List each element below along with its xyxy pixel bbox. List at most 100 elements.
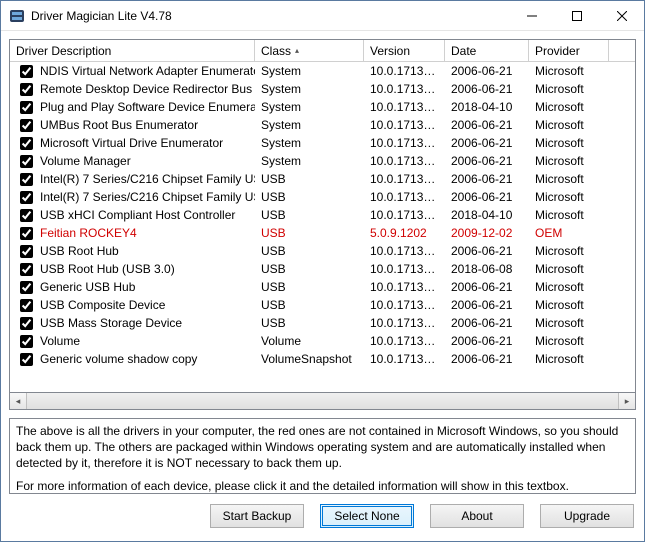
table-row[interactable]: Intel(R) 7 Series/C216 Chipset Family US… <box>10 188 635 206</box>
cell-class: System <box>255 64 364 78</box>
scroll-left-icon[interactable]: ◂ <box>10 393 27 409</box>
cell-description: Plug and Play Software Device Enumerator <box>40 100 255 114</box>
table-row[interactable]: USB Composite DeviceUSB10.0.17134.12006-… <box>10 296 635 314</box>
titlebar: Driver Magician Lite V4.78 <box>1 1 644 31</box>
cell-description: UMBus Root Bus Enumerator <box>40 118 198 132</box>
column-header-label: Date <box>451 44 476 58</box>
cell-class: USB <box>255 208 364 222</box>
table-row[interactable]: Feitian ROCKEY4 USB5.0.9.12022009-12-02OE… <box>10 224 635 242</box>
select-none-button[interactable]: Select None <box>320 504 414 528</box>
cell-date: 2006-06-21 <box>445 190 529 204</box>
cell-description: Generic volume shadow copy <box>40 352 197 366</box>
sort-indicator-icon: ▴ <box>295 46 299 55</box>
row-checkbox[interactable] <box>20 65 33 78</box>
cell-description: USB Root Hub (USB 3.0) <box>40 262 175 276</box>
column-header-date[interactable]: Date <box>445 40 529 61</box>
row-checkbox[interactable] <box>20 299 33 312</box>
cell-description: Generic USB Hub <box>40 280 135 294</box>
table-row[interactable]: Intel(R) 7 Series/C216 Chipset Family US… <box>10 170 635 188</box>
row-checkbox[interactable] <box>20 101 33 114</box>
row-checkbox[interactable] <box>20 263 33 276</box>
table-row[interactable]: Plug and Play Software Device Enumerator… <box>10 98 635 116</box>
row-checkbox[interactable] <box>20 209 33 222</box>
cell-description: Feitian ROCKEY4 <box>40 226 137 240</box>
cell-description: Microsoft Virtual Drive Enumerator <box>40 136 223 150</box>
close-button[interactable] <box>599 1 644 30</box>
about-button[interactable]: About <box>430 504 524 528</box>
table-row[interactable]: Volume ManagerSystem10.0.17134.1...2006-… <box>10 152 635 170</box>
table-row[interactable]: USB xHCI Compliant Host ControllerUSB10.… <box>10 206 635 224</box>
info-textbox: The above is all the drivers in your com… <box>9 418 636 494</box>
table-row[interactable]: Remote Desktop Device Redirector BusSyst… <box>10 80 635 98</box>
cell-date: 2006-06-21 <box>445 244 529 258</box>
column-header-label: Driver Description <box>16 44 111 58</box>
cell-version: 5.0.9.1202 <box>364 226 445 240</box>
column-header-description[interactable]: Driver Description <box>10 40 255 61</box>
table-row[interactable]: USB Mass Storage DeviceUSB10.0.17134.120… <box>10 314 635 332</box>
cell-class: VolumeSnapshot <box>255 352 364 366</box>
cell-version: 10.0.17134.1 <box>364 334 445 348</box>
cell-version: 10.0.17134.1 <box>364 244 445 258</box>
table-row[interactable]: USB Root HubUSB10.0.17134.12006-06-21Mic… <box>10 242 635 260</box>
window-controls <box>509 1 644 30</box>
cell-date: 2009-12-02 <box>445 226 529 240</box>
table-row[interactable]: NDIS Virtual Network Adapter EnumeratorS… <box>10 62 635 80</box>
row-checkbox[interactable] <box>20 83 33 96</box>
maximize-button[interactable] <box>554 1 599 30</box>
cell-date: 2018-06-08 <box>445 262 529 276</box>
cell-date: 2006-06-21 <box>445 82 529 96</box>
table-row[interactable]: USB Root Hub (USB 3.0)USB10.0.17134.1201… <box>10 260 635 278</box>
cell-class: USB <box>255 298 364 312</box>
table-row[interactable]: VolumeVolume10.0.17134.12006-06-21Micros… <box>10 332 635 350</box>
cell-provider: Microsoft <box>529 352 609 366</box>
cell-version: 10.0.17134.1 <box>364 280 445 294</box>
horizontal-scrollbar[interactable]: ◂ ▸ <box>9 393 636 410</box>
cell-version: 10.0.17134.1 <box>364 298 445 312</box>
column-header-class[interactable]: Class ▴ <box>255 40 364 61</box>
cell-date: 2006-06-21 <box>445 136 529 150</box>
table-row[interactable]: Generic USB HubUSB10.0.17134.12006-06-21… <box>10 278 635 296</box>
cell-class: System <box>255 154 364 168</box>
row-checkbox[interactable] <box>20 119 33 132</box>
row-checkbox[interactable] <box>20 155 33 168</box>
cell-class: System <box>255 118 364 132</box>
row-checkbox[interactable] <box>20 245 33 258</box>
cell-provider: Microsoft <box>529 334 609 348</box>
cell-class: USB <box>255 226 364 240</box>
cell-provider: Microsoft <box>529 208 609 222</box>
cell-version: 10.0.17134.1 <box>364 190 445 204</box>
row-checkbox[interactable] <box>20 317 33 330</box>
column-header-version[interactable]: Version <box>364 40 445 61</box>
row-checkbox[interactable] <box>20 173 33 186</box>
upgrade-button[interactable]: Upgrade <box>540 504 634 528</box>
cell-class: System <box>255 82 364 96</box>
cell-version: 10.0.17134.1... <box>364 154 445 168</box>
table-row[interactable]: Microsoft Virtual Drive EnumeratorSystem… <box>10 134 635 152</box>
cell-description: Intel(R) 7 Series/C216 Chipset Family US… <box>40 190 255 204</box>
cell-date: 2006-06-21 <box>445 172 529 186</box>
cell-version: 10.0.17134.1 <box>364 352 445 366</box>
table-row[interactable]: Generic volume shadow copy VolumeSnapshot… <box>10 350 635 368</box>
list-body[interactable]: NDIS Virtual Network Adapter EnumeratorS… <box>10 62 635 392</box>
cell-provider: Microsoft <box>529 64 609 78</box>
cell-provider: OEM <box>529 226 609 240</box>
row-checkbox[interactable] <box>20 227 33 240</box>
cell-provider: Microsoft <box>529 262 609 276</box>
table-row[interactable]: UMBus Root Bus EnumeratorSystem10.0.1713… <box>10 116 635 134</box>
start-backup-button[interactable]: Start Backup <box>210 504 304 528</box>
column-header-provider[interactable]: Provider <box>529 40 609 61</box>
row-checkbox[interactable] <box>20 191 33 204</box>
row-checkbox[interactable] <box>20 335 33 348</box>
row-checkbox[interactable] <box>20 281 33 294</box>
row-checkbox[interactable] <box>20 353 33 366</box>
cell-class: USB <box>255 280 364 294</box>
cell-date: 2006-06-21 <box>445 352 529 366</box>
cell-date: 2006-06-21 <box>445 64 529 78</box>
cell-date: 2006-06-21 <box>445 298 529 312</box>
scroll-right-icon[interactable]: ▸ <box>618 393 635 409</box>
minimize-button[interactable] <box>509 1 554 30</box>
cell-provider: Microsoft <box>529 244 609 258</box>
column-header-label: Version <box>370 44 410 58</box>
row-checkbox[interactable] <box>20 137 33 150</box>
cell-description: Volume <box>40 334 80 348</box>
